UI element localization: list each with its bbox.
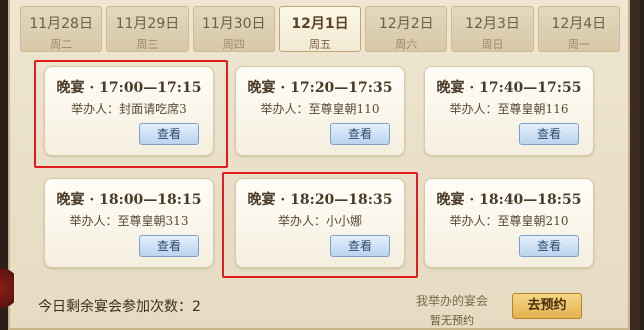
banquet-host: 举办人：至尊皇朝210 bbox=[449, 214, 569, 228]
my-banquet-status: 暂无预约 bbox=[430, 314, 474, 327]
view-button[interactable]: 查看 bbox=[139, 235, 199, 257]
banquet-host: 举办人：至尊皇朝116 bbox=[449, 102, 569, 116]
banquet-card: 晚宴 · 17:40—17:55 举办人：至尊皇朝116 查看 bbox=[424, 66, 594, 156]
tab-dec-4[interactable]: 12月4日 周一 bbox=[537, 6, 620, 52]
tab-date: 12月3日 bbox=[465, 16, 520, 32]
remaining-label: 今日剩余宴会参加次数： bbox=[38, 299, 192, 315]
banquet-time: 晚宴 · 18:40—18:55 bbox=[436, 192, 582, 208]
view-button[interactable]: 查看 bbox=[330, 123, 390, 145]
highlight-box bbox=[222, 172, 418, 278]
tab-weekday: 周四 bbox=[222, 38, 245, 51]
tab-dec-1[interactable]: 12月1日 周五 bbox=[278, 6, 362, 52]
remaining-count-text: 今日剩余宴会参加次数：2 bbox=[38, 296, 201, 316]
tab-nov-30[interactable]: 11月30日 周四 bbox=[192, 6, 275, 52]
banquet-host: 举办人：至尊皇朝313 bbox=[69, 214, 189, 228]
banquet-card: 晚宴 · 17:20—17:35 举办人：至尊皇朝110 查看 bbox=[235, 66, 405, 156]
banquet-time: 晚宴 · 18:00—18:15 bbox=[56, 192, 202, 208]
tab-weekday: 周六 bbox=[395, 38, 418, 51]
tab-date: 12月2日 bbox=[378, 16, 434, 32]
my-banquet-info: 我举办的宴会 暂无预约 bbox=[402, 292, 502, 328]
highlight-box bbox=[34, 60, 228, 168]
tab-weekday: 周三 bbox=[136, 38, 159, 51]
remaining-count: 2 bbox=[192, 299, 201, 315]
tab-weekday: 周二 bbox=[50, 38, 73, 51]
date-tabs: 11月28日 周二 11月29日 周三 11月30日 周四 12月1日 周五 1… bbox=[20, 6, 620, 54]
tab-dec-3[interactable]: 12月3日 周日 bbox=[451, 6, 534, 52]
my-banquet-label: 我举办的宴会 bbox=[415, 294, 488, 308]
tab-nov-29[interactable]: 11月29日 周三 bbox=[106, 6, 189, 52]
tab-date: 11月29日 bbox=[115, 16, 180, 32]
tab-nov-28[interactable]: 11月28日 周二 bbox=[20, 6, 103, 52]
reserve-button[interactable]: 去预约 bbox=[512, 293, 582, 319]
tab-date: 11月30日 bbox=[201, 16, 266, 32]
banquet-card: 晚宴 · 18:40—18:55 举办人：至尊皇朝210 查看 bbox=[424, 178, 594, 268]
tab-weekday: 周一 bbox=[567, 38, 590, 51]
decoration-ornament bbox=[0, 258, 14, 318]
banquet-host: 举办人：至尊皇朝110 bbox=[260, 102, 380, 116]
banquet-time: 晚宴 · 17:20—17:35 bbox=[247, 80, 393, 96]
tab-weekday: 周日 bbox=[481, 38, 504, 51]
view-button[interactable]: 查看 bbox=[519, 123, 579, 145]
tab-weekday: 周五 bbox=[308, 38, 331, 51]
banquet-card-grid: 晚宴 · 17:00—17:15 举办人：封面请吃席3 查看 晚宴 · 17:2… bbox=[28, 58, 618, 278]
tab-date: 11月28日 bbox=[29, 16, 93, 32]
view-button[interactable]: 查看 bbox=[519, 235, 579, 257]
tab-date: 12月1日 bbox=[291, 16, 349, 32]
tab-dec-2[interactable]: 12月2日 周六 bbox=[365, 6, 448, 52]
banquet-time: 晚宴 · 17:40—17:55 bbox=[436, 80, 582, 96]
banquet-card: 晚宴 · 18:00—18:15 举办人：至尊皇朝313 查看 bbox=[44, 178, 214, 268]
banquet-panel: 11月28日 周二 11月29日 周三 11月30日 周四 12月1日 周五 1… bbox=[8, 0, 640, 330]
tab-date: 12月4日 bbox=[551, 16, 607, 32]
